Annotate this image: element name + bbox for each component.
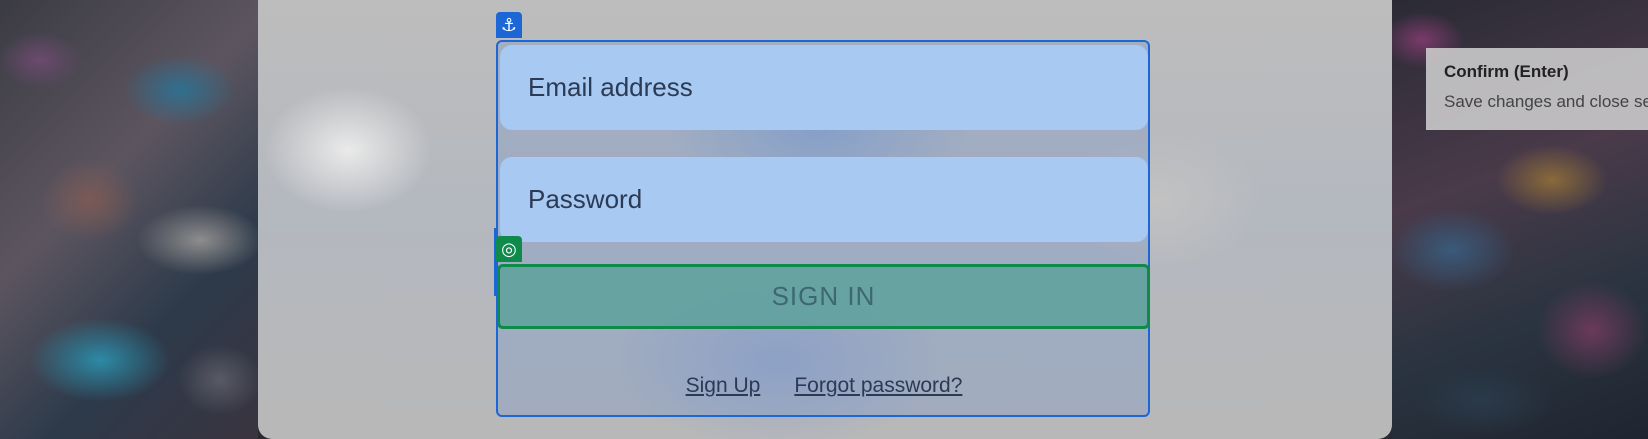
anchor-icon[interactable]: ⚓	[496, 12, 522, 38]
password-field[interactable]: Password	[500, 157, 1148, 242]
background-left	[0, 0, 258, 439]
email-placeholder: Email address	[528, 72, 693, 102]
forgot-password-link[interactable]: Forgot password?	[794, 374, 962, 398]
signin-button[interactable]: SIGN IN	[497, 264, 1150, 329]
tooltip-description: Save changes and close se	[1444, 92, 1648, 111]
auth-links: Sign Up Forgot password?	[500, 374, 1148, 398]
signup-link[interactable]: Sign Up	[686, 374, 761, 398]
tooltip-title: Confirm (Enter)	[1444, 62, 1569, 81]
tooltip: Confirm (Enter) Save changes and close s…	[1426, 48, 1648, 130]
signin-label: SIGN IN	[771, 281, 876, 311]
target-icon[interactable]: ◎	[496, 236, 522, 262]
email-field[interactable]: Email address	[500, 45, 1148, 130]
password-placeholder: Password	[528, 184, 643, 214]
